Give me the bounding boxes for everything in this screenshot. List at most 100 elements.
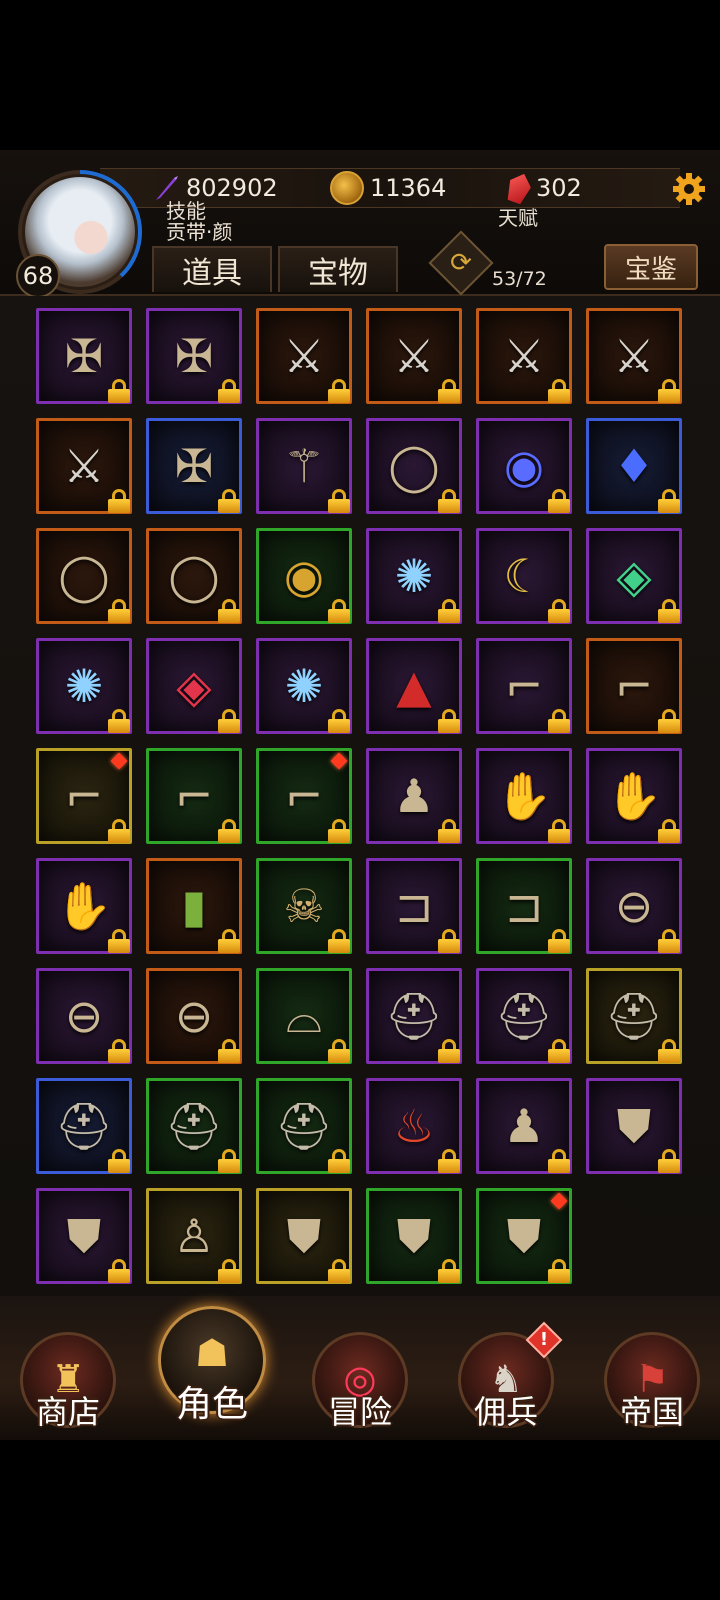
lock-icon[interactable] xyxy=(217,929,241,953)
inventory-slot[interactable]: ⊖ xyxy=(36,968,132,1064)
inventory-slot[interactable]: ◉ xyxy=(476,418,572,514)
lock-icon[interactable] xyxy=(327,819,351,843)
lock-icon[interactable] xyxy=(327,1039,351,1063)
lock-icon[interactable] xyxy=(107,1039,131,1063)
nav-empire[interactable]: ⚑ 帝国 xyxy=(604,1332,700,1431)
lock-icon[interactable] xyxy=(217,709,241,733)
inventory-slot[interactable]: ⛑ xyxy=(146,1078,242,1174)
codex-button[interactable]: 宝鉴 xyxy=(604,244,698,290)
inventory-slot[interactable]: ◯ xyxy=(366,418,462,514)
lock-icon[interactable] xyxy=(107,599,131,623)
inventory-slot[interactable]: ⚔ xyxy=(36,418,132,514)
lock-icon[interactable] xyxy=(327,379,351,403)
inventory-slot[interactable]: ⌐ xyxy=(586,638,682,734)
lock-icon[interactable] xyxy=(547,489,571,513)
lock-icon[interactable] xyxy=(327,929,351,953)
lock-icon[interactable] xyxy=(217,1149,241,1173)
inventory-slot[interactable]: ◯ xyxy=(146,528,242,624)
lock-icon[interactable] xyxy=(657,709,681,733)
lock-icon[interactable] xyxy=(547,379,571,403)
lock-icon[interactable] xyxy=(327,1259,351,1283)
lock-icon[interactable] xyxy=(107,1259,131,1283)
nav-role[interactable]: ☗ 角色 xyxy=(158,1306,266,1425)
nav-adventure[interactable]: ◎ 冒险 xyxy=(312,1332,408,1431)
inventory-slot[interactable]: ♦ xyxy=(586,418,682,514)
inventory-slot[interactable]: ✠ xyxy=(146,418,242,514)
inventory-slot[interactable]: ⛑ xyxy=(256,1078,352,1174)
inventory-slot[interactable]: ☾ xyxy=(476,528,572,624)
tab-treasure[interactable]: 宝物 xyxy=(278,246,398,292)
lock-icon[interactable] xyxy=(327,489,351,513)
lock-icon[interactable] xyxy=(217,1039,241,1063)
inventory-slot[interactable]: ◯ xyxy=(36,528,132,624)
lock-icon[interactable] xyxy=(217,1259,241,1283)
lock-icon[interactable] xyxy=(547,709,571,733)
inventory-slot[interactable]: ✺ xyxy=(36,638,132,734)
lock-icon[interactable] xyxy=(437,1149,461,1173)
lock-icon[interactable] xyxy=(657,489,681,513)
lock-icon[interactable] xyxy=(437,599,461,623)
lock-icon[interactable] xyxy=(217,819,241,843)
lock-icon[interactable] xyxy=(547,819,571,843)
inventory-slot[interactable]: ✋ xyxy=(476,748,572,844)
lock-icon[interactable] xyxy=(657,929,681,953)
inventory-slot[interactable]: ⛊ xyxy=(36,1188,132,1284)
inventory-slot[interactable]: ⚔ xyxy=(476,308,572,404)
inventory-slot[interactable]: ✋ xyxy=(36,858,132,954)
lock-icon[interactable] xyxy=(107,1149,131,1173)
inventory-slot[interactable]: ⊖ xyxy=(146,968,242,1064)
inventory-slot[interactable]: ⚔ xyxy=(366,308,462,404)
tab-items[interactable]: 道具 xyxy=(152,246,272,292)
inventory-slot[interactable]: ⛑ xyxy=(586,968,682,1064)
lock-icon[interactable] xyxy=(327,709,351,733)
inventory-slot[interactable]: ✠ xyxy=(36,308,132,404)
inventory-slot[interactable]: ⊐ xyxy=(366,858,462,954)
inventory-slot[interactable]: ✠ xyxy=(146,308,242,404)
inventory-slot[interactable]: ◈ xyxy=(586,528,682,624)
lock-icon[interactable] xyxy=(107,819,131,843)
lock-icon[interactable] xyxy=(547,599,571,623)
lock-icon[interactable] xyxy=(437,1039,461,1063)
inventory-slot[interactable]: ✺ xyxy=(366,528,462,624)
gear-icon[interactable] xyxy=(672,172,706,206)
lock-icon[interactable] xyxy=(437,1259,461,1283)
inventory-slot[interactable]: ♨ xyxy=(366,1078,462,1174)
lock-icon[interactable] xyxy=(107,489,131,513)
inventory-slot[interactable]: ⌐ xyxy=(476,638,572,734)
sort-button[interactable]: ⟳ xyxy=(428,230,494,296)
inventory-slot[interactable]: ⛊ xyxy=(586,1078,682,1174)
lock-icon[interactable] xyxy=(547,929,571,953)
lock-icon[interactable] xyxy=(437,379,461,403)
gem-counter[interactable]: 302 xyxy=(508,170,582,206)
gold-counter[interactable]: 11364 xyxy=(330,170,446,206)
lock-icon[interactable] xyxy=(437,819,461,843)
talent-tab[interactable]: 天赋 xyxy=(498,202,538,231)
inventory-slot[interactable]: ▲ xyxy=(366,638,462,734)
inventory-slot[interactable]: ⌐ xyxy=(36,748,132,844)
inventory-slot[interactable]: ⛊ xyxy=(366,1188,462,1284)
inventory-slot[interactable]: ♟ xyxy=(366,748,462,844)
inventory-slot[interactable]: ⛑ xyxy=(476,968,572,1064)
inventory-slot[interactable]: ♙ xyxy=(146,1188,242,1284)
lock-icon[interactable] xyxy=(657,819,681,843)
lock-icon[interactable] xyxy=(657,599,681,623)
lock-icon[interactable] xyxy=(217,489,241,513)
lock-icon[interactable] xyxy=(657,1039,681,1063)
inventory-slot[interactable]: ✺ xyxy=(256,638,352,734)
inventory-slot[interactable]: ◉ xyxy=(256,528,352,624)
inventory-slot[interactable]: ⛊ xyxy=(256,1188,352,1284)
inventory-slot[interactable]: ⌐ xyxy=(256,748,352,844)
inventory-slot[interactable]: ✋ xyxy=(586,748,682,844)
inventory-slot[interactable]: ⚔ xyxy=(256,308,352,404)
inventory-slot[interactable]: ⛑ xyxy=(366,968,462,1064)
lock-icon[interactable] xyxy=(437,709,461,733)
lock-icon[interactable] xyxy=(657,1149,681,1173)
lock-icon[interactable] xyxy=(327,599,351,623)
inventory-slot[interactable]: ♟ xyxy=(476,1078,572,1174)
lock-icon[interactable] xyxy=(547,1039,571,1063)
inventory-slot[interactable]: ⚚ xyxy=(256,418,352,514)
inventory-slot[interactable]: ⛑ xyxy=(36,1078,132,1174)
inventory-slot[interactable]: ⊐ xyxy=(476,858,572,954)
lock-icon[interactable] xyxy=(437,489,461,513)
lock-icon[interactable] xyxy=(107,379,131,403)
